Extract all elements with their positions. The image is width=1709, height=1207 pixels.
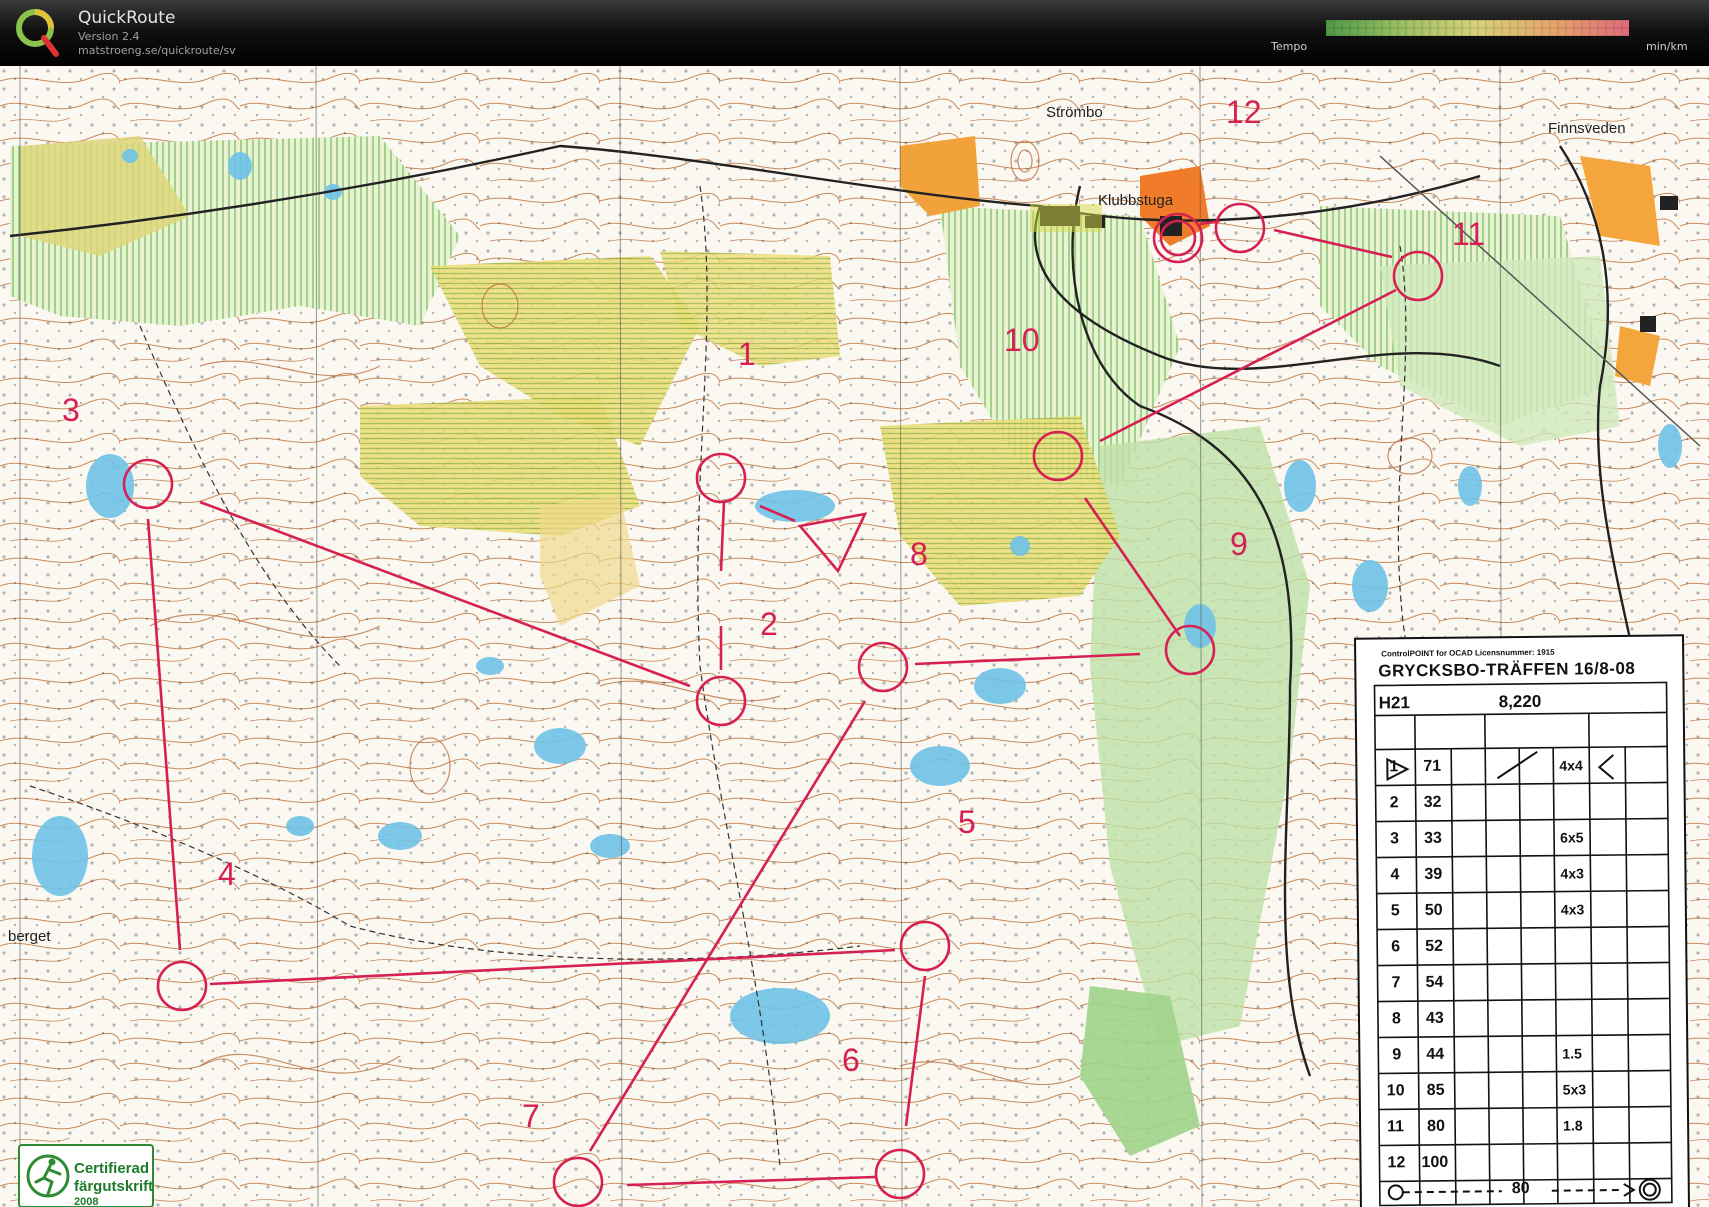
event-title: GRYCKSBO-TRÄFFEN 16/8-08	[1378, 658, 1636, 681]
app-version: Version 2.4	[78, 30, 140, 43]
cert-line-3: 2008	[74, 1196, 99, 1207]
place-name-klubbstuga: Klubbstuga	[1098, 192, 1174, 209]
control-number-3: 3	[62, 392, 80, 428]
quickroute-logo-icon	[16, 9, 59, 57]
description-row-dimension: 6x5	[1560, 829, 1584, 846]
control-number-1: 1	[738, 336, 756, 372]
app-title: QuickRoute	[78, 8, 176, 28]
certified-print-badge: Certifierad färgutskrift 2008	[18, 1144, 154, 1207]
description-row-number: 4	[1390, 866, 1400, 884]
description-row-number: 3	[1390, 830, 1400, 848]
map-viewport[interactable]: 1 2 3 4 5 6 7 8 9 10 11 12 Strömbo Klubb…	[0, 66, 1709, 1207]
place-name-finnsveden: Finnsveden	[1548, 120, 1626, 137]
description-row-code: 52	[1425, 937, 1444, 956]
course-length: 8,220	[1498, 691, 1542, 712]
tempo-color-scale	[1326, 20, 1629, 36]
app-header: QuickRoute Version 2.4 matstroeng.se/qui…	[0, 0, 1709, 66]
description-row-code: 100	[1421, 1153, 1449, 1172]
description-row-code: 32	[1423, 793, 1442, 812]
control-number-7: 7	[522, 1098, 540, 1134]
description-grid	[1373, 681, 1673, 1207]
description-row-number: 6	[1391, 938, 1401, 956]
cert-line-1: Certifierad	[74, 1160, 150, 1177]
description-row-number: 12	[1387, 1154, 1406, 1172]
control-number-12: 12	[1226, 94, 1262, 130]
place-name-berget: berget	[8, 928, 51, 945]
tempo-label: Tempo	[1271, 40, 1308, 53]
description-row-number: 9	[1392, 1046, 1402, 1064]
description-row-code: 39	[1424, 865, 1443, 884]
description-row-dimension: 1.8	[1563, 1117, 1583, 1134]
place-name-strombo: Strömbo	[1046, 104, 1103, 121]
cert-line-2: färgutskrift	[74, 1178, 154, 1195]
description-software-note: ControlPOINT for OCAD Licensnummer: 1915	[1381, 647, 1555, 659]
description-row-dimension: 4x4	[1559, 757, 1583, 774]
description-row-code: 54	[1425, 973, 1444, 992]
control-number-6: 6	[842, 1042, 860, 1078]
description-row-dimension: 4x3	[1560, 901, 1585, 918]
app-url[interactable]: matstroeng.se/quickroute/sv	[78, 44, 236, 57]
description-row-code: 80	[1427, 1117, 1446, 1136]
description-row-number: 8	[1391, 1010, 1401, 1028]
description-row-code: 85	[1426, 1081, 1445, 1100]
finish-distance: 80	[1511, 1179, 1530, 1198]
control-number-8: 8	[910, 536, 928, 572]
description-row-code: 43	[1425, 1009, 1444, 1028]
control-number-10: 10	[1004, 322, 1040, 358]
control-number-2: 2	[760, 606, 778, 642]
description-row-number: 11	[1387, 1118, 1405, 1136]
description-row-number: 7	[1391, 974, 1401, 992]
orienteer-runner-icon	[26, 1154, 70, 1198]
description-row-number: 2	[1389, 794, 1399, 812]
course-class: H21	[1378, 693, 1410, 713]
description-row-dimension: 1.5	[1562, 1045, 1582, 1062]
description-row-number: 5	[1390, 902, 1400, 920]
control-number-4: 4	[218, 856, 236, 892]
description-row-dimension: 4x3	[1560, 865, 1584, 882]
description-row-code: 44	[1426, 1045, 1445, 1064]
description-row-code: 71	[1423, 757, 1442, 776]
description-row-code: 50	[1424, 901, 1443, 920]
description-row-number: 10	[1386, 1082, 1405, 1100]
description-row-dimension: 5x3	[1562, 1081, 1587, 1098]
tempo-unit: min/km	[1646, 40, 1688, 53]
description-row-code: 33	[1424, 829, 1442, 848]
control-number-5: 5	[958, 804, 976, 840]
control-number-11: 11	[1452, 216, 1486, 252]
control-number-9: 9	[1230, 526, 1248, 562]
control-description-sheet: ControlPOINT for OCAD Licensnummer: 1915…	[1353, 634, 1691, 1207]
description-row-number: 1	[1389, 758, 1399, 776]
